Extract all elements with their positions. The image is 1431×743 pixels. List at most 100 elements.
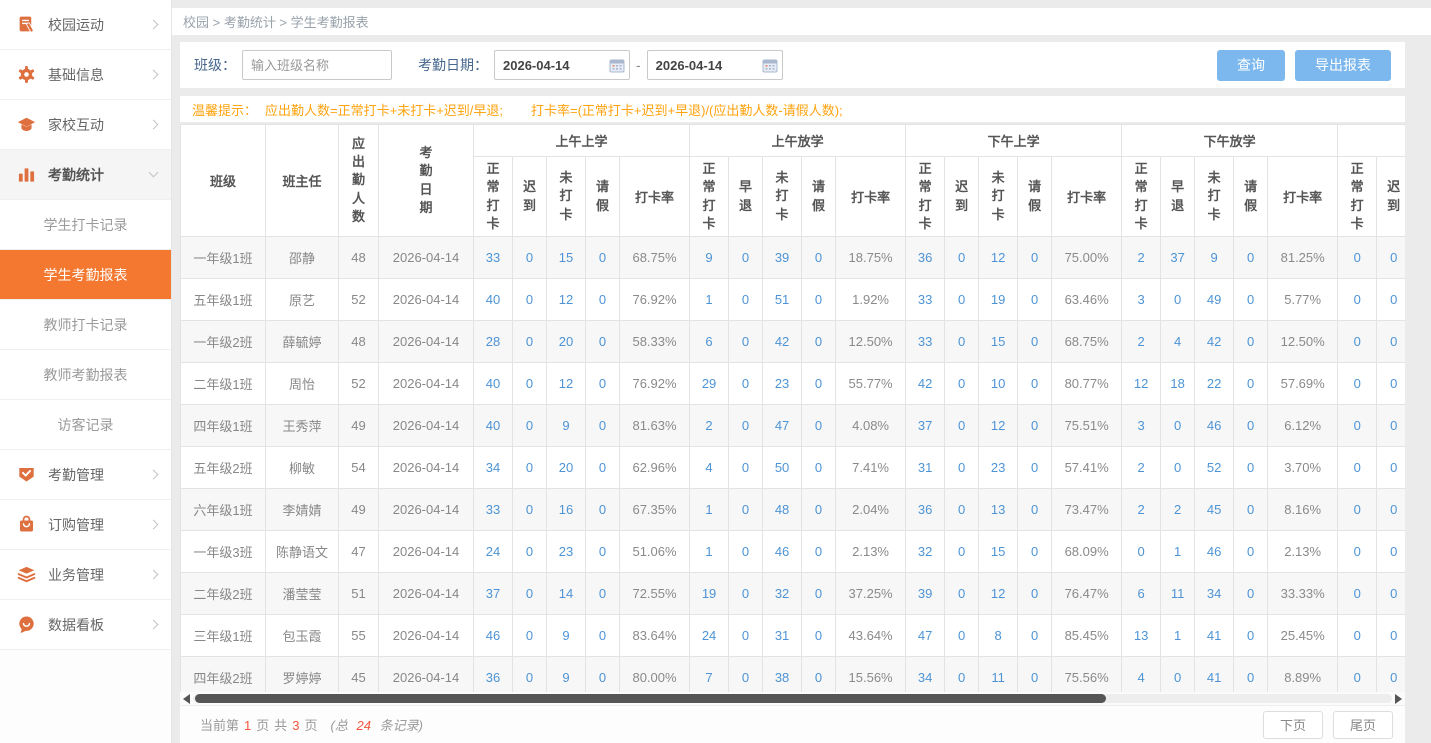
- count-link-cell[interactable]: 20: [547, 447, 586, 489]
- count-link-cell[interactable]: 31: [906, 447, 945, 489]
- count-link-cell[interactable]: 0: [1018, 657, 1052, 693]
- count-link-cell[interactable]: 15: [979, 531, 1018, 573]
- sidebar-item-8[interactable]: 数据看板: [0, 600, 171, 650]
- count-link-cell[interactable]: 0: [1161, 657, 1195, 693]
- count-link-cell[interactable]: 7: [690, 657, 729, 693]
- date-to-input[interactable]: 2026-04-14: [647, 50, 783, 80]
- count-link-cell[interactable]: 42: [906, 363, 945, 405]
- date-from-input[interactable]: 2026-04-14: [494, 50, 630, 80]
- count-link-cell[interactable]: 0: [586, 405, 620, 447]
- count-link-cell[interactable]: 4: [690, 447, 729, 489]
- count-link-cell[interactable]: 47: [906, 615, 945, 657]
- count-link-cell[interactable]: 0: [729, 615, 763, 657]
- count-link-cell[interactable]: 0: [1234, 531, 1268, 573]
- count-link-cell[interactable]: 0: [945, 531, 979, 573]
- count-link-cell[interactable]: 0: [729, 657, 763, 693]
- horizontal-scroll-track[interactable]: [193, 694, 1392, 703]
- count-link-cell[interactable]: 3: [1122, 279, 1161, 321]
- count-link-cell[interactable]: 0: [945, 237, 979, 279]
- count-link-cell[interactable]: 47: [763, 405, 802, 447]
- count-link-cell[interactable]: 0: [1338, 531, 1377, 573]
- sidebar-item-1[interactable]: 校园运动: [0, 0, 171, 50]
- class-name-input[interactable]: [242, 50, 392, 80]
- count-link-cell[interactable]: 0: [1161, 447, 1195, 489]
- count-link-cell[interactable]: 49: [1195, 279, 1234, 321]
- count-link-cell[interactable]: 0: [513, 573, 547, 615]
- count-link-cell[interactable]: 0: [729, 405, 763, 447]
- count-link-cell[interactable]: 34: [906, 657, 945, 693]
- count-link-cell[interactable]: 0: [802, 531, 836, 573]
- count-link-cell[interactable]: 9: [547, 405, 586, 447]
- count-link-cell[interactable]: 40: [474, 363, 513, 405]
- sidebar-item-3[interactable]: 家校互动: [0, 100, 171, 150]
- count-link-cell[interactable]: 22: [1195, 363, 1234, 405]
- count-link-cell[interactable]: 0: [1338, 363, 1377, 405]
- count-link-cell[interactable]: 46: [1195, 405, 1234, 447]
- count-link-cell[interactable]: 0: [1338, 489, 1377, 531]
- count-link-cell[interactable]: 51: [763, 279, 802, 321]
- count-link-cell[interactable]: 0: [729, 531, 763, 573]
- count-link-cell[interactable]: 9: [547, 615, 586, 657]
- count-link-cell[interactable]: 2: [690, 405, 729, 447]
- count-link-cell[interactable]: 36: [906, 237, 945, 279]
- horizontal-scrollbar[interactable]: [180, 692, 1405, 705]
- count-link-cell[interactable]: 0: [802, 489, 836, 531]
- count-link-cell[interactable]: 0: [729, 489, 763, 531]
- count-link-cell[interactable]: 0: [1234, 363, 1268, 405]
- count-link-cell[interactable]: 0: [1377, 573, 1405, 615]
- count-link-cell[interactable]: 39: [763, 237, 802, 279]
- count-link-cell[interactable]: 0: [945, 405, 979, 447]
- last-page-button[interactable]: 尾页: [1333, 711, 1393, 739]
- count-link-cell[interactable]: 28: [474, 321, 513, 363]
- count-link-cell[interactable]: 0: [1018, 279, 1052, 321]
- count-link-cell[interactable]: 23: [979, 447, 1018, 489]
- count-link-cell[interactable]: 38: [763, 657, 802, 693]
- count-link-cell[interactable]: 0: [1377, 615, 1405, 657]
- next-page-button[interactable]: 下页: [1263, 711, 1323, 739]
- count-link-cell[interactable]: 13: [1122, 615, 1161, 657]
- count-link-cell[interactable]: 0: [729, 321, 763, 363]
- count-link-cell[interactable]: 13: [979, 489, 1018, 531]
- count-link-cell[interactable]: 15: [979, 321, 1018, 363]
- sidebar-item-6[interactable]: 订购管理: [0, 500, 171, 550]
- count-link-cell[interactable]: 31: [763, 615, 802, 657]
- count-link-cell[interactable]: 2: [1122, 489, 1161, 531]
- count-link-cell[interactable]: 0: [1377, 531, 1405, 573]
- sidebar-item-7[interactable]: 业务管理: [0, 550, 171, 600]
- export-report-button[interactable]: 导出报表: [1295, 50, 1391, 81]
- count-link-cell[interactable]: 0: [586, 615, 620, 657]
- count-link-cell[interactable]: 0: [1377, 237, 1405, 279]
- count-link-cell[interactable]: 0: [513, 615, 547, 657]
- count-link-cell[interactable]: 37: [1161, 237, 1195, 279]
- sidebar-subitem-4-2[interactable]: 学生考勤报表: [0, 250, 171, 300]
- count-link-cell[interactable]: 0: [802, 657, 836, 693]
- count-link-cell[interactable]: 0: [945, 321, 979, 363]
- count-link-cell[interactable]: 0: [802, 447, 836, 489]
- count-link-cell[interactable]: 0: [945, 447, 979, 489]
- count-link-cell[interactable]: 0: [586, 657, 620, 693]
- count-link-cell[interactable]: 1: [690, 531, 729, 573]
- count-link-cell[interactable]: 0: [1234, 489, 1268, 531]
- count-link-cell[interactable]: 18: [1161, 363, 1195, 405]
- count-link-cell[interactable]: 33: [906, 279, 945, 321]
- count-link-cell[interactable]: 0: [1161, 405, 1195, 447]
- count-link-cell[interactable]: 0: [1338, 405, 1377, 447]
- count-link-cell[interactable]: 0: [586, 447, 620, 489]
- count-link-cell[interactable]: 0: [802, 363, 836, 405]
- count-link-cell[interactable]: 1: [1161, 615, 1195, 657]
- count-link-cell[interactable]: 36: [906, 489, 945, 531]
- count-link-cell[interactable]: 40: [474, 279, 513, 321]
- count-link-cell[interactable]: 40: [474, 405, 513, 447]
- count-link-cell[interactable]: 0: [802, 573, 836, 615]
- count-link-cell[interactable]: 9: [1195, 237, 1234, 279]
- count-link-cell[interactable]: 9: [690, 237, 729, 279]
- count-link-cell[interactable]: 16: [547, 489, 586, 531]
- sidebar-item-4[interactable]: 考勤统计: [0, 150, 171, 200]
- count-link-cell[interactable]: 37: [474, 573, 513, 615]
- count-link-cell[interactable]: 23: [763, 363, 802, 405]
- sidebar-item-5[interactable]: 考勤管理: [0, 450, 171, 500]
- count-link-cell[interactable]: 0: [1018, 573, 1052, 615]
- count-link-cell[interactable]: 0: [1234, 279, 1268, 321]
- count-link-cell[interactable]: 34: [1195, 573, 1234, 615]
- scroll-right-arrow-icon[interactable]: [1395, 694, 1402, 704]
